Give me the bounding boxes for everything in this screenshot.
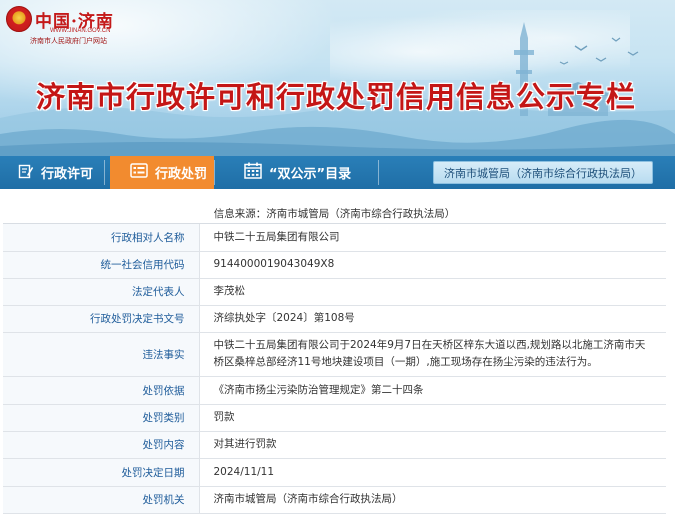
penalty-detail: 信息来源：济南市城管局（济南市综合行政执法局） 行政相对人名称 中铁二十五局集团… [0, 189, 675, 525]
table-row: 处罚依据 《济南市扬尘污染防治管理规定》第二十四条 [3, 376, 666, 405]
field-value: 中铁二十五局集团有限公司于2024年9月7日在天桥区梓东大道以西,规划路以北施工… [199, 332, 666, 377]
penalty-info-table: 行政相对人名称 中铁二十五局集团有限公司 统一社会信用代码 9144000019… [3, 224, 666, 514]
field-value: 济综执处字〔2024〕第108号 [199, 305, 666, 333]
field-label: 处罚决定日期 [3, 458, 200, 487]
main-nav: 行政许可 行政处罚 “双公示”目录 济南市城管局（济南市综合行政执法局） [0, 156, 675, 189]
field-label: 违法事实 [3, 332, 200, 377]
table-row: 处罚内容 对其进行罚款 [3, 431, 666, 459]
field-value: 对其进行罚款 [199, 431, 666, 459]
edit-document-icon [18, 163, 34, 183]
field-value: 《济南市扬尘污染防治管理规定》第二十四条 [199, 376, 666, 405]
agency-filter-button[interactable]: 济南市城管局（济南市综合行政执法局） [433, 161, 653, 184]
table-row: 处罚决定日期 2024/11/11 [3, 458, 666, 487]
field-value: 济南市城管局（济南市综合行政执法局） [199, 486, 666, 514]
nav-divider [104, 160, 105, 185]
tab-administrative-penalty[interactable]: 行政处罚 [110, 156, 214, 189]
table-row: 违法事实 中铁二十五局集团有限公司于2024年9月7日在天桥区梓东大道以西,规划… [3, 332, 666, 377]
site-logo[interactable]: 中国·济南 WWW.JINAN.GOV.CN 济南市人民政府门户网站 [6, 5, 116, 45]
page-title: 济南市行政许可和行政处罚信用信息公示专栏 [36, 80, 637, 114]
field-label: 行政相对人名称 [3, 224, 200, 252]
field-label: 法定代表人 [3, 278, 200, 306]
field-label: 处罚内容 [3, 431, 200, 459]
table-row: 行政相对人名称 中铁二十五局集团有限公司 [3, 224, 666, 252]
field-value: 9144000019043049X8 [199, 251, 666, 279]
field-label: 处罚依据 [3, 376, 200, 405]
header-banner: 中国·济南 WWW.JINAN.GOV.CN 济南市人民政府门户网站 济南市行政… [0, 0, 675, 156]
field-label: 统一社会信用代码 [3, 251, 200, 279]
field-label: 处罚机关 [3, 486, 200, 514]
table-row: 处罚类别 罚款 [3, 404, 666, 432]
field-value: 中铁二十五局集团有限公司 [199, 224, 666, 252]
table-row: 法定代表人 李茂松 [3, 278, 666, 306]
tab-label: 行政许可 [41, 167, 94, 182]
nav-divider [214, 160, 215, 185]
field-value: 2024/11/11 [199, 458, 666, 487]
info-source: 信息来源：济南市城管局（济南市综合行政执法局） [3, 205, 666, 224]
logo-subtitle: 济南市人民政府门户网站 [30, 37, 107, 45]
national-emblem-icon [6, 6, 32, 32]
field-label: 行政处罚决定书文号 [3, 305, 200, 333]
table-row: 处罚机关 济南市城管局（济南市综合行政执法局） [3, 486, 666, 514]
tab-double-publicity-catalog[interactable]: “双公示”目录 [222, 156, 372, 189]
table-row: 统一社会信用代码 9144000019043049X8 [3, 251, 666, 279]
tab-label: “双公示”目录 [269, 167, 352, 182]
table-row: 行政处罚决定书文号 济综执处字〔2024〕第108号 [3, 305, 666, 333]
field-label: 处罚类别 [3, 404, 200, 432]
tab-administrative-license[interactable]: 行政许可 [0, 156, 104, 189]
logo-url: WWW.JINAN.GOV.CN [50, 28, 111, 34]
tab-label: 行政处罚 [155, 167, 208, 182]
field-value: 罚款 [199, 404, 666, 432]
calendar-grid-icon [244, 162, 262, 183]
field-value: 李茂松 [199, 278, 666, 306]
list-card-icon [130, 163, 148, 182]
nav-divider [378, 160, 379, 185]
